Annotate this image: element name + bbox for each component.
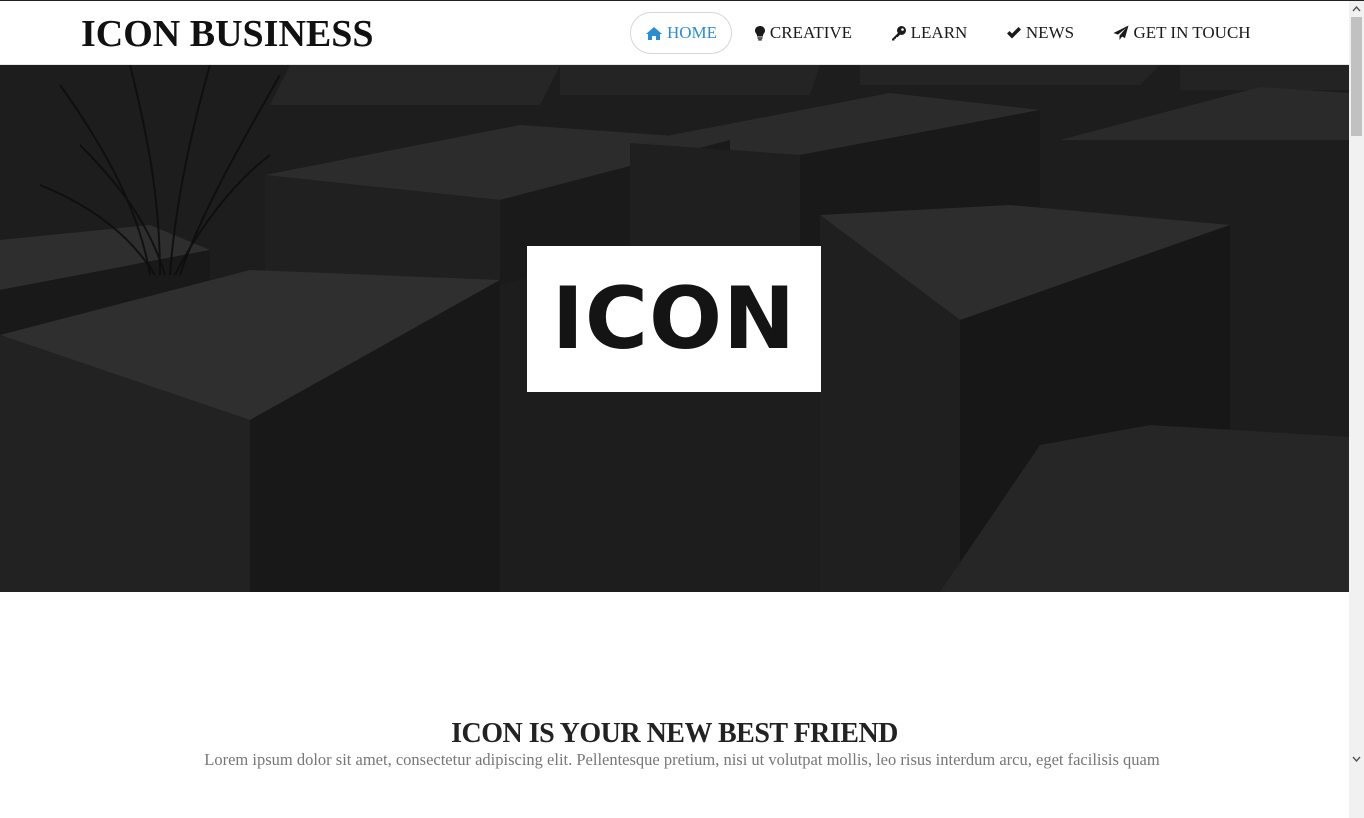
intro-text: Lorem ipsum dolor sit amet, consectetur … bbox=[204, 750, 1160, 769]
nav-learn[interactable]: LEARN bbox=[887, 12, 971, 54]
lightbulb-icon bbox=[754, 26, 765, 41]
check-icon bbox=[1006, 27, 1021, 39]
nav-creative[interactable]: CREATIVE bbox=[752, 12, 854, 54]
nav-news-label: NEWS bbox=[1025, 23, 1075, 42]
vertical-scrollbar[interactable] bbox=[1349, 1, 1364, 818]
hero-banner: ICON bbox=[0, 65, 1349, 592]
brand-logo-link[interactable]: ICON BUSINESS bbox=[81, 13, 374, 55]
hero-logo-text: ICON bbox=[551, 269, 797, 369]
nav-learn-label: LEARN bbox=[910, 23, 968, 42]
nav-home[interactable]: HOME bbox=[630, 12, 732, 54]
scroll-up-arrow-icon[interactable] bbox=[1349, 2, 1364, 16]
paper-plane-icon bbox=[1113, 25, 1129, 40]
navbar: ICON BUSINESS HOME CREATIVE LEARN NEWS G… bbox=[0, 1, 1349, 65]
nav-creative-label: CREATIVE bbox=[769, 23, 853, 42]
hero-logo-box: ICON bbox=[527, 246, 821, 392]
key-icon bbox=[891, 26, 906, 41]
nav-get-in-touch[interactable]: GET IN TOUCH bbox=[1110, 12, 1254, 54]
scroll-down-arrow-icon[interactable] bbox=[1349, 752, 1364, 766]
nav-news[interactable]: NEWS bbox=[1000, 12, 1080, 54]
scrollbar-thumb[interactable] bbox=[1351, 17, 1362, 136]
home-icon bbox=[645, 26, 662, 40]
intro-title: ICON IS YOUR NEW BEST FRIEND bbox=[451, 718, 898, 750]
nav-get-in-touch-label: GET IN TOUCH bbox=[1133, 23, 1251, 42]
nav-home-label: HOME bbox=[666, 23, 718, 42]
